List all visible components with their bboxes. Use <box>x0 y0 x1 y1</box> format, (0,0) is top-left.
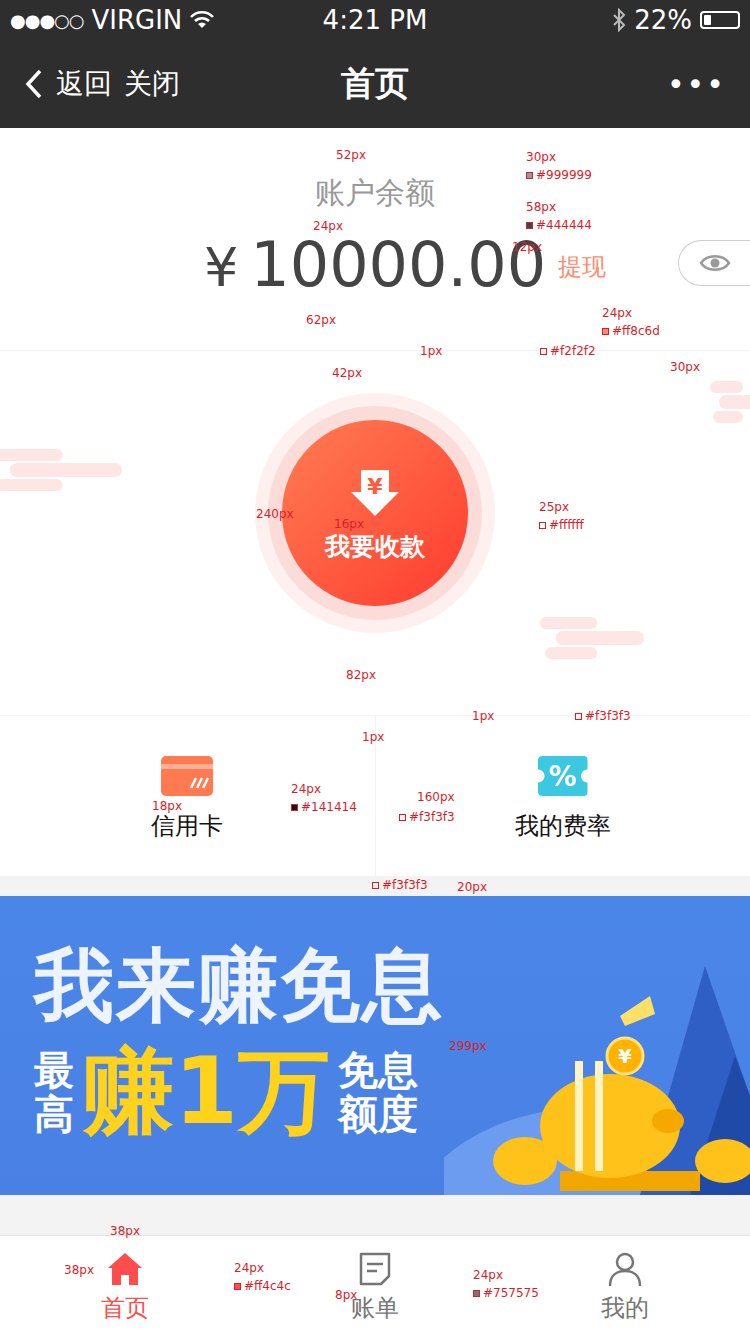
svg-text:¥: ¥ <box>367 474 383 499</box>
section-gap <box>0 876 750 896</box>
tab-bar: 首页账单我的 <box>0 1235 750 1334</box>
wifi-icon <box>190 10 214 30</box>
spec-annotation: 1px <box>362 730 384 744</box>
spec-annotation: 16px <box>334 517 364 531</box>
visibility-toggle[interactable] <box>678 240 750 286</box>
status-bar: ●●●○○ VIRGIN 4:21 PM 22% <box>0 0 750 40</box>
spec-annotation: #ff8c6d <box>602 324 660 338</box>
download-yuan-icon: ¥ <box>351 470 399 516</box>
battery-percent: 22% <box>634 5 692 35</box>
spec-annotation: 30px <box>670 360 700 374</box>
nav-bar: 返回关闭 首页 ••• <box>0 40 750 128</box>
spec-annotation: #f2f2f2 <box>540 344 596 358</box>
spec-annotation: 299px <box>449 1039 487 1053</box>
signal-indicator: ●●●○○ <box>10 10 84 31</box>
spec-annotation: 160px <box>417 790 455 804</box>
shortcut-label: 信用卡 <box>151 812 223 840</box>
bill-icon <box>356 1250 394 1288</box>
spec-annotation: #141414 <box>291 800 357 814</box>
spec-annotation: #f3f3f3 <box>399 810 455 824</box>
home-page: ●●●○○VIRGIN4:21 PM22%返回关闭首页•••账户余额¥10000… <box>0 0 750 1334</box>
balance-label: 账户余额 <box>315 178 435 208</box>
spec-annotation: 8px <box>335 1288 357 1302</box>
cloud-icon <box>0 449 122 491</box>
shortcut-label: 我的费率 <box>515 812 611 840</box>
balance-section: 账户余额 ¥10000.00 提现 <box>0 128 750 350</box>
spec-annotation: 58px <box>526 200 556 214</box>
banner-prefix: 最高 <box>34 1048 74 1136</box>
more-button[interactable]: ••• <box>667 67 726 102</box>
cloud-icon <box>710 381 750 423</box>
spec-annotation: 62px <box>306 313 336 327</box>
rate-ticket-icon: % <box>538 756 588 796</box>
annotation-layer: 52px 30px #999999 24px 58px #444444 12px 24px #f… <box>0 0 750 1334</box>
spec-annotation: 42px <box>332 366 362 380</box>
eye-icon <box>699 252 731 274</box>
spec-annotation: #444444 <box>526 218 592 232</box>
spec-annotation: 52px <box>336 148 366 162</box>
spec-annotation: 12px <box>512 240 542 254</box>
shortcut-divider <box>375 716 376 876</box>
collect-section: ¥ 我要收款 <box>0 350 750 715</box>
back-button[interactable]: 返回 <box>56 65 112 103</box>
tab-item[interactable]: 账单 <box>250 1236 500 1334</box>
page-title: 首页 <box>341 61 409 107</box>
tab-item[interactable]: 首页 <box>0 1236 250 1334</box>
spec-annotation: 38px <box>64 1263 94 1277</box>
banner-suffix: 免息额度 <box>338 1048 418 1136</box>
balance-amount: ¥10000.00 <box>204 232 546 301</box>
spec-annotation: 25px <box>539 500 569 514</box>
piggy-bank-icon: ¥ <box>444 896 750 1195</box>
spec-annotation: 240px <box>256 507 294 521</box>
shortcut-item[interactable]: 信用卡 <box>0 716 375 876</box>
spec-annotation: #999999 <box>526 168 592 182</box>
carrier: VIRGIN <box>92 5 183 35</box>
spec-annotation: 24px <box>602 306 632 320</box>
spec-annotation: 24px <box>313 219 343 233</box>
spec-annotation: 30px <box>526 150 556 164</box>
spec-annotation: 24px <box>291 782 321 796</box>
home-icon <box>106 1250 144 1288</box>
spec-annotation: 18px <box>152 799 182 813</box>
banner-title: 我来赚免息 <box>34 940 444 1032</box>
user-icon <box>606 1250 644 1288</box>
spec-annotation: 1px <box>420 344 442 358</box>
battery-icon <box>700 11 740 29</box>
cloud-icon <box>540 617 644 659</box>
shortcut-item[interactable]: % 我的费率 <box>376 716 750 876</box>
tab-item[interactable]: 我的 <box>500 1236 750 1334</box>
withdraw-link[interactable]: 提现 <box>558 251 606 283</box>
collect-halo: ¥ 我要收款 <box>255 393 495 633</box>
bluetooth-icon <box>612 8 626 32</box>
promo-banner[interactable]: 我来赚免息最高赚1万免息额度 ¥ <box>0 896 750 1195</box>
clock: 4:21 PM <box>323 5 428 35</box>
spec-annotation: #f3f3f3 <box>372 878 428 892</box>
spec-annotation: 20px <box>457 880 487 894</box>
section-gap <box>0 1195 750 1235</box>
back-icon[interactable] <box>24 68 44 100</box>
spec-annotation: 24px <box>473 1268 503 1282</box>
spec-annotation: #ffffff <box>539 518 584 532</box>
collect-label: 我要收款 <box>325 530 425 563</box>
spec-annotation: 38px <box>110 1224 140 1238</box>
spec-annotation: 1px <box>472 709 494 723</box>
spec-annotation: #ff4c4c <box>234 1279 291 1293</box>
collect-button[interactable]: ¥ 我要收款 <box>282 420 468 606</box>
spec-annotation: #f3f3f3 <box>575 709 631 723</box>
spec-annotation: #757575 <box>473 1286 539 1300</box>
shortcut-row: 信用卡% 我的费率 <box>0 715 750 876</box>
spec-annotation: 24px <box>234 1261 264 1275</box>
banner-highlight: 赚1万 <box>82 1042 330 1142</box>
credit-card-icon <box>161 756 213 796</box>
svg-text:¥: ¥ <box>618 1044 632 1068</box>
spec-annotation: 82px <box>346 668 376 682</box>
close-button[interactable]: 关闭 <box>124 65 180 103</box>
